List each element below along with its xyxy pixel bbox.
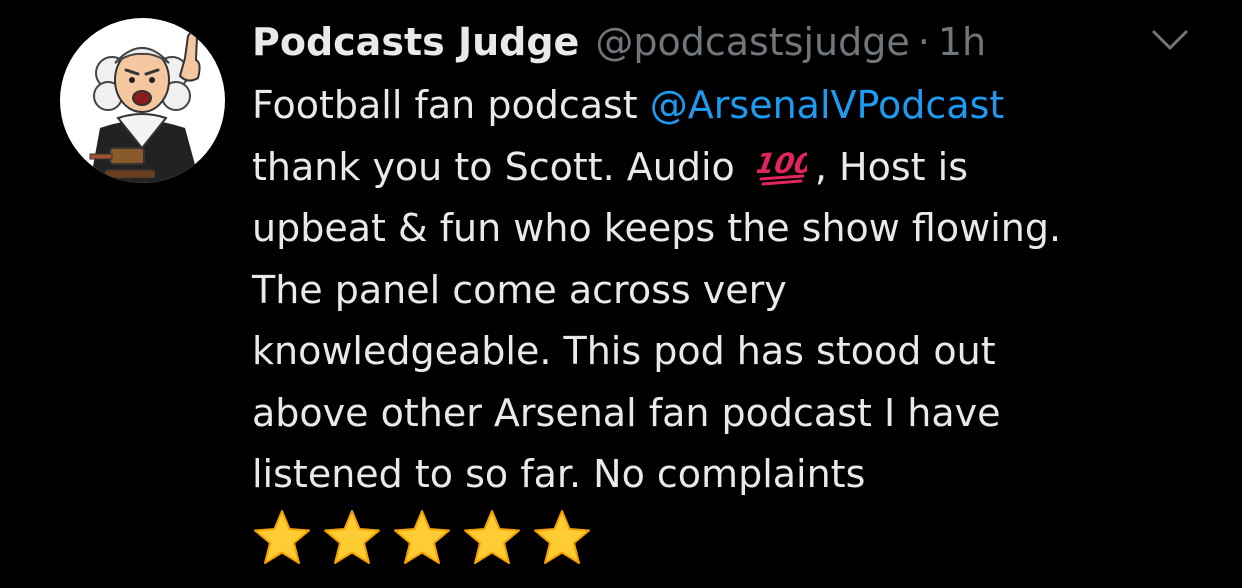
- tweet-line: Football fan podcast @ArsenalVPodcast: [252, 75, 1212, 137]
- tweet-text-segment: , Host is: [814, 144, 968, 189]
- tweet-line: The panel come across very: [252, 267, 787, 312]
- tweet-line: knowledgeable. This pod has stood out: [252, 329, 996, 373]
- star-icon: [322, 508, 382, 566]
- header-separator: ·: [917, 20, 930, 64]
- star-icon: [462, 508, 522, 566]
- author-name[interactable]: Podcasts Judge: [252, 14, 579, 70]
- tweet-text-segment: Football fan podcast: [252, 83, 650, 127]
- author-handle[interactable]: @podcastsjudge: [595, 14, 909, 70]
- mention-link[interactable]: @ArsenalVPodcast: [650, 83, 1005, 127]
- star-rating: [252, 508, 592, 566]
- tweet-text: Football fan podcast @ArsenalVPodcast th…: [252, 75, 1212, 506]
- tweet-line: listened to so far. No complaints: [252, 452, 866, 496]
- more-options-button[interactable]: [1150, 26, 1190, 54]
- tweet-header: Podcasts Judge @podcastsjudge · 1h: [252, 14, 986, 70]
- star-icon: [532, 508, 592, 566]
- tweet-line: above other Arsenal fan podcast I have: [252, 390, 1001, 435]
- tweet[interactable]: Podcasts Judge @podcastsjudge · 1h Footb…: [0, 0, 1242, 588]
- tweet-text-segment: thank you to Scott. Audio: [252, 144, 747, 189]
- tweet-line: thank you to Scott. Audio 100 , Host is: [252, 137, 1212, 199]
- judge-avatar-icon: [89, 31, 201, 183]
- star-icon: [392, 508, 452, 566]
- star-icon: [252, 508, 312, 566]
- hundred-points-emoji-icon: 100: [757, 143, 807, 187]
- avatar[interactable]: [60, 18, 225, 183]
- chevron-down-icon: [1152, 30, 1188, 50]
- tweet-line: upbeat & fun who keeps the show flowing.: [252, 206, 1062, 250]
- timestamp[interactable]: 1h: [938, 14, 986, 70]
